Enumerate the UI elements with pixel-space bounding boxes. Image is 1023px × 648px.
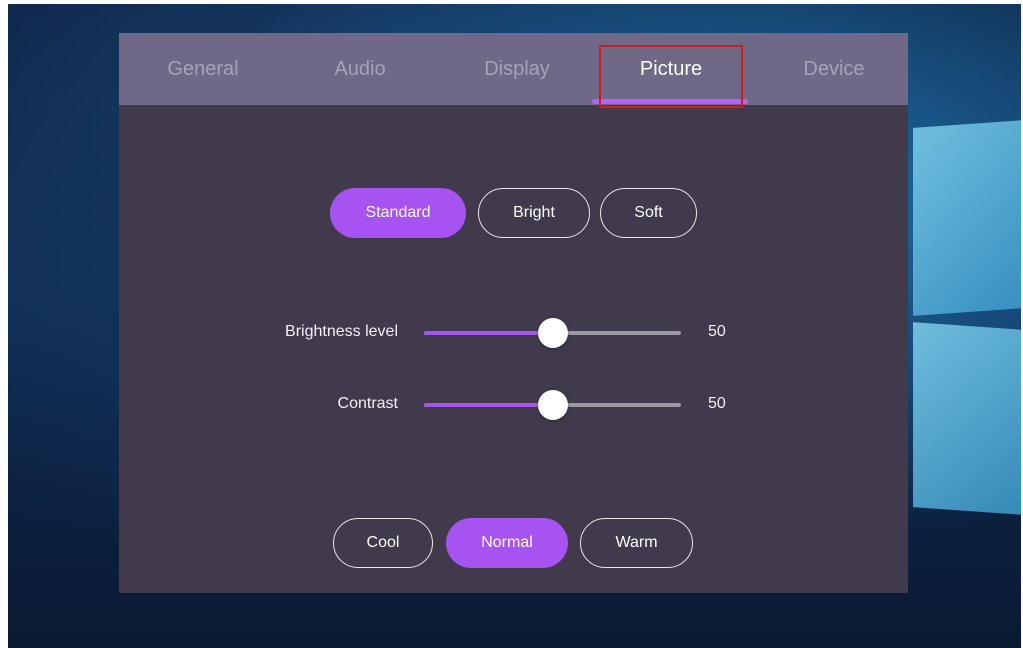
button-label: Bright	[513, 204, 555, 221]
tab-label: Device	[803, 57, 865, 80]
picture-mode-standard-button[interactable]: Standard	[330, 188, 466, 238]
contrast-value: 50	[708, 395, 726, 412]
brightness-slider-fill	[424, 331, 553, 335]
button-label: Soft	[634, 204, 663, 221]
brightness-slider-thumb[interactable]	[537, 318, 568, 348]
contrast-label: Contrast	[337, 395, 398, 412]
contrast-slider-fill	[424, 403, 553, 407]
color-temp-normal-button[interactable]: Normal	[446, 518, 568, 568]
tab-label: Audio	[334, 57, 386, 80]
color-temp-cool-button[interactable]: Cool	[333, 518, 433, 568]
tab-picture[interactable]: Picture	[596, 33, 746, 105]
contrast-slider-thumb[interactable]	[537, 390, 568, 420]
brightness-slider[interactable]	[424, 318, 681, 348]
button-label: Cool	[366, 534, 400, 551]
active-tab-indicator	[592, 99, 748, 104]
tab-general[interactable]: General	[128, 33, 278, 105]
contrast-slider[interactable]	[424, 390, 681, 420]
tab-label: General	[167, 57, 239, 80]
picture-mode-bright-button[interactable]: Bright	[478, 188, 590, 238]
brightness-value: 50	[708, 323, 726, 340]
windows-logo-pane-top	[913, 120, 1021, 316]
button-label: Normal	[481, 534, 533, 551]
tab-audio[interactable]: Audio	[285, 33, 435, 105]
color-temp-warm-button[interactable]: Warm	[580, 518, 693, 568]
button-label: Warm	[615, 534, 658, 551]
tab-device[interactable]: Device	[759, 33, 909, 105]
tab-display[interactable]: Display	[442, 33, 592, 105]
tab-bar: General Audio Display Picture Device	[119, 33, 909, 108]
brightness-label: Brightness level	[285, 323, 398, 340]
windows-logo-pane-bottom	[913, 322, 1021, 515]
tab-label: Picture	[639, 57, 703, 80]
tab-label: Display	[484, 57, 550, 80]
settings-panel: General Audio Display Picture Device Sta…	[119, 33, 908, 593]
button-label: Standard	[365, 204, 431, 221]
picture-mode-soft-button[interactable]: Soft	[600, 188, 697, 238]
